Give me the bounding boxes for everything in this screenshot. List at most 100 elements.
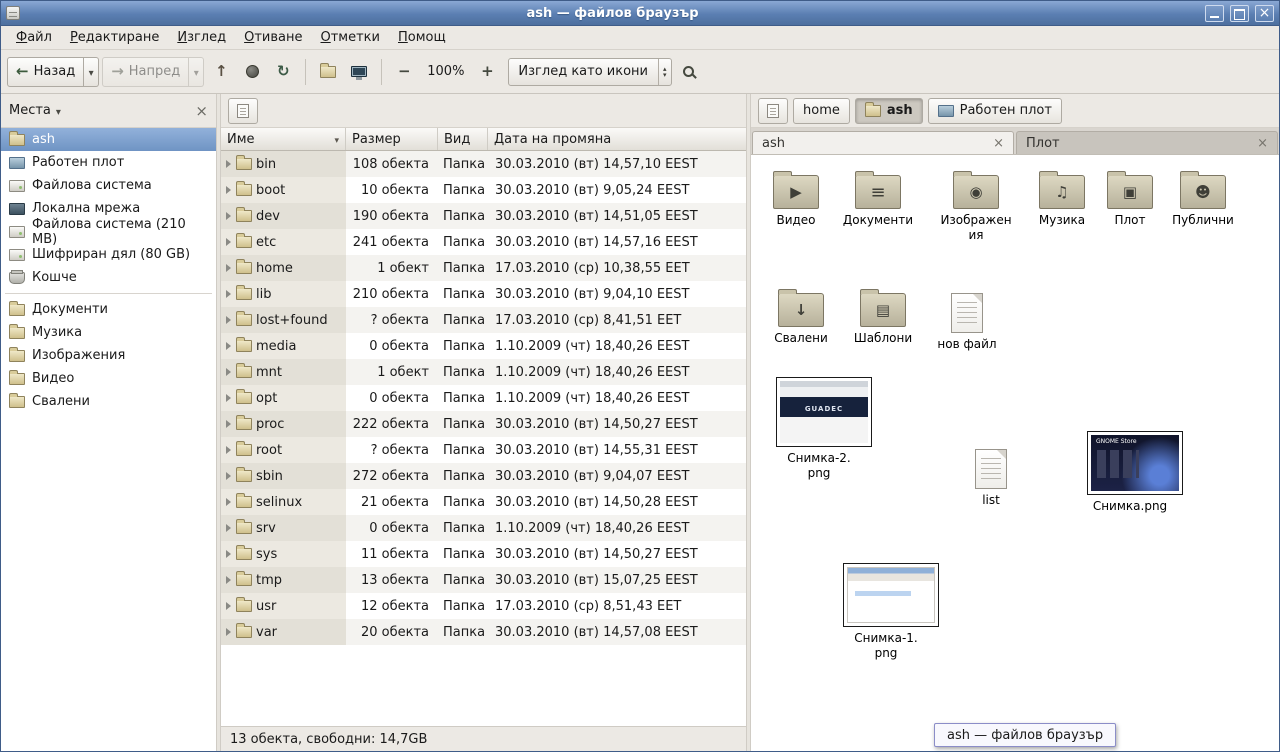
- path-button[interactable]: Работен плот: [928, 98, 1062, 124]
- menu-item[interactable]: Помощ: [389, 27, 455, 48]
- file-row[interactable]: mnt 1 обект Папка 1.10.2009 (чт) 18,40,2…: [221, 359, 746, 385]
- file-row[interactable]: sbin 272 обекта Папка 30.03.2010 (вт) 9,…: [221, 463, 746, 489]
- expander-icon[interactable]: [226, 316, 231, 324]
- titlebar[interactable]: ash — файлов браузър: [1, 1, 1279, 26]
- reload-button[interactable]: [269, 57, 297, 87]
- expander-icon[interactable]: [226, 420, 231, 428]
- expander-icon[interactable]: [226, 498, 231, 506]
- expander-icon[interactable]: [226, 290, 231, 298]
- home-button[interactable]: [314, 57, 342, 87]
- icon-view-item[interactable]: Публични: [1160, 165, 1246, 228]
- expander-icon[interactable]: [226, 264, 231, 272]
- expander-icon[interactable]: [226, 602, 231, 610]
- file-row[interactable]: bin 108 обекта Папка 30.03.2010 (вт) 14,…: [221, 151, 746, 177]
- expander-icon[interactable]: [226, 524, 231, 532]
- path-button[interactable]: home: [793, 98, 850, 124]
- computer-button[interactable]: [345, 57, 373, 87]
- file-row[interactable]: sys 11 обекта Папка 30.03.2010 (вт) 14,5…: [221, 541, 746, 567]
- icon-view-item[interactable]: Изображен ия: [933, 165, 1019, 243]
- file-row[interactable]: usr 12 обекта Папка 17.03.2010 (ср) 8,51…: [221, 593, 746, 619]
- expander-icon[interactable]: [226, 576, 231, 584]
- sidebar-place-item[interactable]: Файлова система (210 MB): [1, 220, 216, 243]
- icon-view[interactable]: Видео Документи: [751, 155, 1279, 751]
- sidebar-bookmark-item[interactable]: Музика: [1, 321, 216, 344]
- expander-icon[interactable]: [226, 342, 231, 350]
- sidebar-place-item[interactable]: ash: [1, 128, 216, 151]
- up-button[interactable]: [207, 57, 235, 87]
- path-button[interactable]: ash: [855, 98, 923, 124]
- column-header-date[interactable]: Дата на промяна: [488, 128, 746, 150]
- file-row[interactable]: opt 0 обекта Папка 1.10.2009 (чт) 18,40,…: [221, 385, 746, 411]
- toggle-location-entry-button[interactable]: [228, 98, 258, 124]
- menu-item[interactable]: Отметки: [312, 27, 390, 48]
- sidebar-bookmark-item[interactable]: Изображения: [1, 344, 216, 367]
- file-row[interactable]: var 20 обекта Папка 30.03.2010 (вт) 14,5…: [221, 619, 746, 645]
- sidebar-bookmark-item[interactable]: Видео: [1, 367, 216, 390]
- expander-icon[interactable]: [226, 186, 231, 194]
- menu-item[interactable]: Редактиране: [61, 27, 168, 48]
- column-header-size[interactable]: Размер: [346, 128, 438, 150]
- icon-view-item[interactable]: GUADEC Снимка-2. png: [776, 377, 862, 481]
- file-row[interactable]: media 0 обекта Папка 1.10.2009 (чт) 18,4…: [221, 333, 746, 359]
- file-row[interactable]: selinux 21 обекта Папка 30.03.2010 (вт) …: [221, 489, 746, 515]
- chevron-down-icon[interactable]: [56, 103, 61, 118]
- tab[interactable]: Плот: [1016, 131, 1278, 154]
- file-row[interactable]: dev 190 обекта Папка 30.03.2010 (вт) 14,…: [221, 203, 746, 229]
- sidebar-place-item[interactable]: Кошче: [1, 266, 216, 289]
- expander-icon[interactable]: [226, 238, 231, 246]
- expander-icon[interactable]: [226, 368, 231, 376]
- stop-button[interactable]: [238, 57, 266, 87]
- file-row[interactable]: root ? обекта Папка 30.03.2010 (вт) 14,5…: [221, 437, 746, 463]
- expander-icon[interactable]: [226, 394, 231, 402]
- icon-view-item[interactable]: Снимка-1. png: [843, 563, 929, 661]
- forward-button[interactable]: Напред: [102, 57, 189, 87]
- expander-icon[interactable]: [226, 550, 231, 558]
- file-row[interactable]: lib 210 обекта Папка 30.03.2010 (вт) 9,0…: [221, 281, 746, 307]
- expander-icon[interactable]: [226, 628, 231, 636]
- file-row[interactable]: boot 10 обекта Папка 30.03.2010 (вт) 9,0…: [221, 177, 746, 203]
- close-icon[interactable]: [1255, 5, 1274, 22]
- tab-close-icon[interactable]: [993, 136, 1004, 151]
- minimize-icon[interactable]: [1205, 5, 1224, 22]
- file-row[interactable]: srv 0 обекта Папка 1.10.2009 (чт) 18,40,…: [221, 515, 746, 541]
- back-history-dropdown[interactable]: [84, 57, 99, 87]
- sidebar-title[interactable]: Места: [9, 103, 51, 118]
- forward-history-dropdown[interactable]: [189, 57, 204, 87]
- sidebar-close-icon[interactable]: [195, 102, 208, 120]
- sidebar-place-item[interactable]: Шифриран дял (80 GB): [1, 243, 216, 266]
- column-header-name[interactable]: Име: [221, 128, 346, 150]
- expander-icon[interactable]: [226, 160, 231, 168]
- icon-view-item[interactable]: Свалени: [758, 283, 844, 346]
- sidebar-bookmark-item[interactable]: Свалени: [1, 390, 216, 413]
- tab[interactable]: ash: [752, 131, 1014, 154]
- expander-icon[interactable]: [226, 212, 231, 220]
- icon-view-item[interactable]: Документи: [835, 165, 921, 228]
- column-header-type[interactable]: Вид: [438, 128, 488, 150]
- expander-icon[interactable]: [226, 472, 231, 480]
- icon-view-item[interactable]: list: [948, 443, 1034, 508]
- file-row[interactable]: lost+found ? обекта Папка 17.03.2010 (ср…: [221, 307, 746, 333]
- sidebar-bookmark-item[interactable]: Документи: [1, 298, 216, 321]
- zoom-out-button[interactable]: [390, 57, 418, 87]
- icon-view-item[interactable]: Шаблони: [840, 283, 926, 346]
- toggle-location-entry-button[interactable]: [758, 98, 788, 124]
- maximize-icon[interactable]: [1230, 5, 1249, 22]
- menu-item[interactable]: Файл: [7, 27, 61, 48]
- sidebar-place-item[interactable]: Работен плот: [1, 151, 216, 174]
- file-row[interactable]: etc 241 обекта Папка 30.03.2010 (вт) 14,…: [221, 229, 746, 255]
- tab-close-icon[interactable]: [1257, 136, 1268, 151]
- zoom-in-button[interactable]: [473, 57, 501, 87]
- back-button[interactable]: Назад: [7, 57, 84, 87]
- icon-view-item[interactable]: Видео: [753, 165, 839, 228]
- menu-item[interactable]: Отиване: [235, 27, 311, 48]
- search-button[interactable]: [675, 57, 703, 87]
- icon-view-item[interactable]: GNOME Store Снимка.png: [1087, 431, 1173, 514]
- file-row[interactable]: tmp 13 обекта Папка 30.03.2010 (вт) 15,0…: [221, 567, 746, 593]
- icon-view-item[interactable]: нов файл: [924, 287, 1010, 352]
- expander-icon[interactable]: [226, 446, 231, 454]
- file-row[interactable]: proc 222 обекта Папка 30.03.2010 (вт) 14…: [221, 411, 746, 437]
- view-mode-select[interactable]: Изглед като икони: [508, 58, 671, 86]
- menu-item[interactable]: Изглед: [168, 27, 235, 48]
- sidebar-place-item[interactable]: Файлова система: [1, 174, 216, 197]
- file-row[interactable]: home 1 обект Папка 17.03.2010 (ср) 10,38…: [221, 255, 746, 281]
